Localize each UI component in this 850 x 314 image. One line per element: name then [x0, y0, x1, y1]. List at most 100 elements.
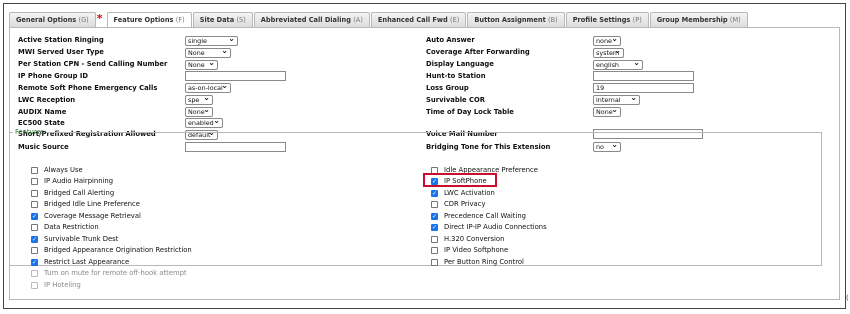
feature-direct-ip-ip-audio-connections[interactable]: ✓ Direct IP-IP Audio Connections: [431, 223, 547, 231]
feature-precedence-call-waiting[interactable]: ✓ Precedence Call Waiting: [431, 212, 526, 220]
feature-cdr-privacy[interactable]: CDR Privacy: [431, 200, 485, 208]
coverage-after-forwarding-select[interactable]: system: [593, 48, 624, 58]
tab-label: Feature Options: [113, 16, 174, 24]
checkbox[interactable]: [31, 166, 38, 174]
field-label-audix-name: AUDIX Name: [18, 108, 67, 116]
checkbox[interactable]: ✓: [431, 223, 438, 231]
feature-per-button-ring-control[interactable]: Per Button Ring Control: [431, 258, 524, 266]
lwc-reception-select[interactable]: spe: [185, 95, 213, 105]
field-label-coverage-after-forwarding: Coverage After Forwarding: [426, 48, 530, 56]
feature-always-use[interactable]: Always Use: [31, 166, 83, 174]
checkbox-label: IP Hoteling: [44, 281, 81, 289]
field-label-time-of-day-lock-table: Time of Day Lock Table: [426, 108, 514, 116]
field-label-auto-answer: Auto Answer: [426, 36, 475, 44]
ec500-state-select[interactable]: enabled: [185, 118, 223, 128]
checkbox[interactable]: [431, 235, 438, 243]
checkbox-label: LWC Activation: [444, 189, 495, 197]
checkbox-label: H.320 Conversion: [444, 235, 505, 243]
tab-label: General Options: [16, 16, 77, 24]
checkbox-label: Coverage Message Retrieval: [44, 212, 141, 220]
checkbox[interactable]: ✓: [31, 212, 38, 220]
hunt-to-station-input[interactable]: [593, 71, 694, 81]
field-label-remote-soft-phone-emergency-calls: Remote Soft Phone Emergency Calls: [18, 84, 158, 92]
checkbox[interactable]: [31, 200, 38, 208]
checkbox[interactable]: [31, 189, 38, 197]
auto-answer-select[interactable]: none: [593, 36, 621, 46]
feature-bridged-appearance-origination-restriction[interactable]: Bridged Appearance Origination Restricti…: [31, 246, 192, 254]
active-station-ringing-select[interactable]: single: [185, 36, 238, 46]
tab-site-data[interactable]: Site Data (S): [192, 12, 253, 27]
checkbox[interactable]: [431, 200, 438, 208]
loss-group-input[interactable]: 19: [593, 83, 694, 93]
checkbox-label: Always Use: [44, 166, 83, 174]
checkbox[interactable]: ✓: [31, 235, 38, 243]
ip-phone-group-id-input[interactable]: [185, 71, 286, 81]
ip-softphone-highlight-box: [423, 173, 497, 187]
checkbox-label: Precedence Call Waiting: [444, 212, 526, 220]
tab-button-assignment[interactable]: Button Assignment (B): [467, 12, 565, 27]
checkbox[interactable]: [31, 246, 38, 254]
field-label-display-language: Display Language: [426, 60, 494, 68]
checkbox[interactable]: ✓: [431, 189, 438, 197]
feature-ip-video-softphone[interactable]: IP Video Softphone: [431, 246, 508, 254]
feature-data-restriction[interactable]: Data Restriction: [31, 223, 99, 231]
field-label-loss-group: Loss Group: [426, 84, 469, 92]
checkbox-label: CDR Privacy: [444, 200, 486, 208]
time-of-day-lock-table-select[interactable]: None: [593, 107, 621, 117]
field-label-per-station-cpn: Per Station CPN - Send Calling Number: [18, 60, 168, 68]
checkbox-label: Restrict Last Appearance: [44, 258, 130, 266]
tab-profile-settings[interactable]: Profile Settings (P): [565, 12, 649, 27]
field-label-ec500-state: EC500 State: [18, 119, 65, 127]
mwi-served-user-type-select[interactable]: None: [185, 48, 231, 58]
checkbox[interactable]: ✓: [431, 212, 438, 220]
tab-general-options[interactable]: General Options (G): [9, 12, 96, 27]
checkbox[interactable]: [431, 246, 438, 254]
checkbox[interactable]: [431, 258, 438, 266]
checkbox-label: Survivable Trunk Dest: [44, 235, 119, 243]
tab-group-membership[interactable]: Group Membership (M): [649, 12, 748, 27]
feature-coverage-message-retrieval[interactable]: ✓ Coverage Message Retrieval: [31, 212, 141, 220]
checkbox[interactable]: [31, 223, 38, 231]
remote-soft-phone-emergency-calls-select[interactable]: as-on-local: [185, 83, 231, 93]
survivable-cor-select[interactable]: internal: [593, 95, 640, 105]
checkbox-label: Bridged Idle Line Preference: [44, 200, 140, 208]
tab-label: Group Membership: [656, 16, 728, 24]
tab-abbreviated-call-dialing[interactable]: Abbreviated Call Dialing (A): [253, 12, 370, 27]
tab-key: (M): [729, 16, 741, 24]
checkbox-label: Bridged Appearance Origination Restricti…: [44, 246, 192, 254]
checkbox[interactable]: ✓: [31, 258, 38, 266]
audix-name-select[interactable]: None: [185, 107, 213, 117]
feature-lwc-activation[interactable]: ✓ LWC Activation: [431, 189, 495, 197]
checkbox: [31, 269, 38, 277]
checkbox-label: Per Button Ring Control: [444, 258, 524, 266]
tab-key: (A): [353, 16, 363, 24]
tab-label: Abbreviated Call Dialing: [260, 16, 351, 24]
checkbox-label: Data Restriction: [44, 223, 99, 231]
checkbox-label: Direct IP-IP Audio Connections: [444, 223, 547, 231]
tab-bar: General Options (G) * Feature Options (F…: [9, 12, 749, 28]
feature-bridged-call-alerting[interactable]: Bridged Call Alerting: [31, 189, 114, 197]
tab-key: (G): [78, 16, 89, 24]
checkbox-label: Turn on mute for remote off-hook attempt: [44, 269, 187, 277]
checkbox[interactable]: [31, 177, 38, 185]
display-language-select[interactable]: english: [593, 60, 643, 70]
feature-bridged-idle-line-preference[interactable]: Bridged Idle Line Preference: [31, 200, 140, 208]
checkbox-label: IP Audio Hairpinning: [44, 177, 114, 185]
edge-character: (: [846, 294, 849, 302]
tab-key: (B): [548, 16, 558, 24]
feature-turn-on-mute-remote-off-hook: Turn on mute for remote off-hook attempt: [31, 269, 187, 277]
tab-enhanced-call-fwd[interactable]: Enhanced Call Fwd (E): [370, 12, 467, 27]
tab-label: Enhanced Call Fwd: [377, 16, 448, 24]
per-station-cpn-select[interactable]: None: [185, 60, 218, 70]
feature-survivable-trunk-dest[interactable]: ✓ Survivable Trunk Dest: [31, 235, 118, 243]
field-label-ip-phone-group-id: IP Phone Group ID: [18, 72, 89, 80]
checkbox-label: IP Video Softphone: [444, 246, 509, 254]
feature-restrict-last-appearance[interactable]: ✓ Restrict Last Appearance: [31, 258, 129, 266]
checkbox: [31, 281, 38, 289]
feature-h320-conversion[interactable]: H.320 Conversion: [431, 235, 504, 243]
features-legend: Features: [15, 128, 45, 136]
feature-ip-audio-hairpinning[interactable]: IP Audio Hairpinning: [31, 177, 113, 185]
tab-label: Site Data: [199, 16, 235, 24]
tab-key: (F): [175, 16, 185, 24]
tab-feature-options[interactable]: Feature Options (F): [106, 12, 192, 28]
